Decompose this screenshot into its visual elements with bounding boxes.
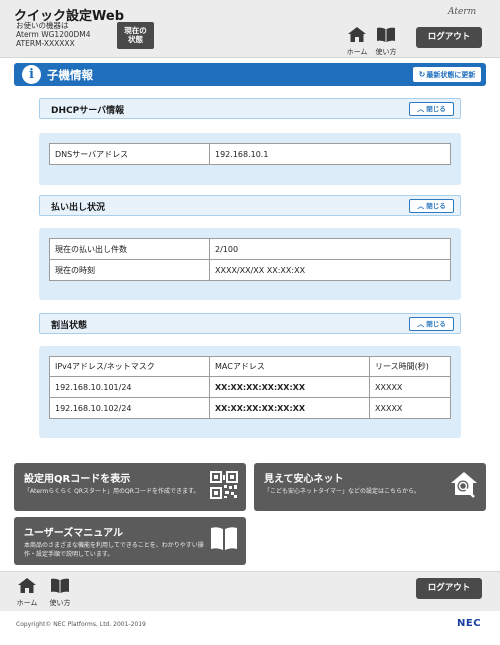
home-icon <box>348 27 366 42</box>
status-button-line2: 状態 <box>128 35 143 44</box>
table-row: 192.168.10.101/24 XX:XX:XX:XX:XX:XX XXXX… <box>49 376 451 398</box>
section-body-assign: IPv4アドレス/ネットマスク MACアドレス リース時間(秒) 192.168… <box>39 346 461 438</box>
close-label: 閉じる <box>426 202 446 210</box>
lease-time-cell: XXXXX <box>369 397 451 419</box>
guide-button[interactable]: 使い方 <box>373 27 399 57</box>
logout-button-footer[interactable]: ログアウト <box>416 578 482 599</box>
book-icon <box>211 527 237 550</box>
column-header-lease: リース時間(秒) <box>369 356 451 377</box>
lease-count-value: 2/100 <box>209 238 451 260</box>
header: クイック設定Web お使いの機器は Aterm WG1200DM4 ATERM-… <box>0 0 500 58</box>
section-body-dhcp: DNSサーバアドレス 192.168.10.1 <box>39 133 461 185</box>
qr-tile-title: 設定用QRコードを表示 <box>24 474 131 485</box>
section-header-assign: 割当状態 ︿ 閉じる <box>39 313 461 334</box>
chevron-up-icon: ︿ <box>417 320 425 328</box>
lease-table: 現在の払い出し件数 2/100 現在の時刻 XXXX/XX/XX XX:XX:X… <box>49 238 451 281</box>
qr-code-tile[interactable]: 設定用QRコードを表示 「Atermらくらく QRスタート」用のQRコードを作成… <box>14 463 246 511</box>
home-icon <box>18 578 36 593</box>
book-icon <box>377 27 395 42</box>
nec-logo: NEC <box>457 618 482 629</box>
table-row: 現在の時刻 XXXX/XX/XX XX:XX:XX <box>49 259 451 281</box>
safe-tile-desc: 「こども安心ネットタイマー」などの設定はこちらから。 <box>264 488 421 495</box>
user-manual-tile[interactable]: ユーザーズマニュアル 本商品のさまざまな機能を利用してできることを、わかりやすい… <box>14 517 246 565</box>
column-header-ip: IPv4アドレス/ネットマスク <box>49 356 210 377</box>
assign-table: IPv4アドレス/ネットマスク MACアドレス リース時間(秒) 192.168… <box>49 356 451 419</box>
section-header-dhcp: DHCPサーバ情報 ︿ 閉じる <box>39 98 461 119</box>
guide-label: 使い方 <box>375 48 397 56</box>
book-icon <box>51 578 69 593</box>
table-row: 192.168.10.102/24 XX:XX:XX:XX:XX:XX XXXX… <box>49 397 451 419</box>
device-info: お使いの機器は Aterm WG1200DM4 ATERM-XXXXXX <box>16 21 91 48</box>
home-label: ホーム <box>16 599 38 607</box>
dhcp-table: DNSサーバアドレス 192.168.10.1 <box>49 143 451 165</box>
refresh-button[interactable]: ↻最新状態に更新 <box>413 67 481 82</box>
safe-net-tile[interactable]: 見えて安心ネット 「こども安心ネットタイマー」などの設定はこちらから。 <box>254 463 486 511</box>
guide-button-footer[interactable]: 使い方 <box>47 578 73 608</box>
aterm-logo: Aterm <box>448 7 477 17</box>
close-label: 閉じる <box>426 320 446 328</box>
logout-button[interactable]: ログアウト <box>416 27 482 48</box>
close-label: 閉じる <box>426 105 446 113</box>
section-title-dhcp: DHCPサーバ情報 <box>51 106 125 116</box>
home-button[interactable]: ホーム <box>344 27 370 57</box>
mac-cell: XX:XX:XX:XX:XX:XX <box>209 376 370 398</box>
section-body-lease: 現在の払い出し件数 2/100 現在の時刻 XXXX/XX/XX XX:XX:X… <box>39 228 461 300</box>
device-model: Aterm WG1200DM4 <box>16 30 91 39</box>
copyright-text: Copyright© NEC Platforms, Ltd. 2001-2019 <box>16 621 146 628</box>
dns-value: 192.168.10.1 <box>209 143 451 165</box>
status-button-line1: 現在の <box>124 26 147 35</box>
lease-time-cell: XXXXX <box>369 376 451 398</box>
mac-cell: XX:XX:XX:XX:XX:XX <box>209 397 370 419</box>
close-button-assign[interactable]: ︿ 閉じる <box>409 317 454 331</box>
qr-code-icon <box>210 471 238 499</box>
page-title-bar: i 子機情報 ↻最新状態に更新 <box>14 63 486 86</box>
guide-label: 使い方 <box>49 599 71 607</box>
home-search-icon <box>451 472 477 498</box>
dns-label: DNSサーバアドレス <box>49 143 210 165</box>
chevron-up-icon: ︿ <box>417 202 425 210</box>
section-title-lease: 払い出し状況 <box>51 203 106 213</box>
section-header-lease: 払い出し状況 ︿ 閉じる <box>39 195 461 216</box>
manual-tile-desc: 本商品のさまざまな機能を利用してできることを、わかりやすい操作・設定手順で説明し… <box>24 542 204 558</box>
qr-tile-desc: 「Atermらくらく QRスタート」用のQRコードを作成できます。 <box>24 488 200 495</box>
device-ssid: ATERM-XXXXXX <box>16 39 75 48</box>
close-button-lease[interactable]: ︿ 閉じる <box>409 199 454 213</box>
safe-tile-title: 見えて安心ネット <box>264 474 344 485</box>
current-time-label: 現在の時刻 <box>49 259 210 281</box>
table-header-row: IPv4アドレス/ネットマスク MACアドレス リース時間(秒) <box>49 356 451 377</box>
manual-tile-title: ユーザーズマニュアル <box>24 528 123 539</box>
home-label: ホーム <box>346 48 368 56</box>
info-icon: i <box>22 65 41 84</box>
ip-cell: 192.168.10.102/24 <box>49 397 210 419</box>
current-time-value: XXXX/XX/XX XX:XX:XX <box>209 259 451 281</box>
page-title: 子機情報 <box>47 68 93 82</box>
close-button-dhcp[interactable]: ︿ 閉じる <box>409 102 454 116</box>
device-intro: お使いの機器は <box>16 21 69 30</box>
chevron-up-icon: ︿ <box>417 105 425 113</box>
current-status-button[interactable]: 現在の 状態 <box>117 22 154 49</box>
refresh-label: 最新状態に更新 <box>426 71 476 79</box>
column-header-mac: MACアドレス <box>209 356 370 377</box>
lease-count-label: 現在の払い出し件数 <box>49 238 210 260</box>
table-row: 現在の払い出し件数 2/100 <box>49 238 451 260</box>
table-row: DNSサーバアドレス 192.168.10.1 <box>49 143 451 165</box>
refresh-icon: ↻ <box>418 70 426 79</box>
ip-cell: 192.168.10.101/24 <box>49 376 210 398</box>
home-button-footer[interactable]: ホーム <box>14 578 40 608</box>
section-title-assign: 割当状態 <box>51 321 88 331</box>
